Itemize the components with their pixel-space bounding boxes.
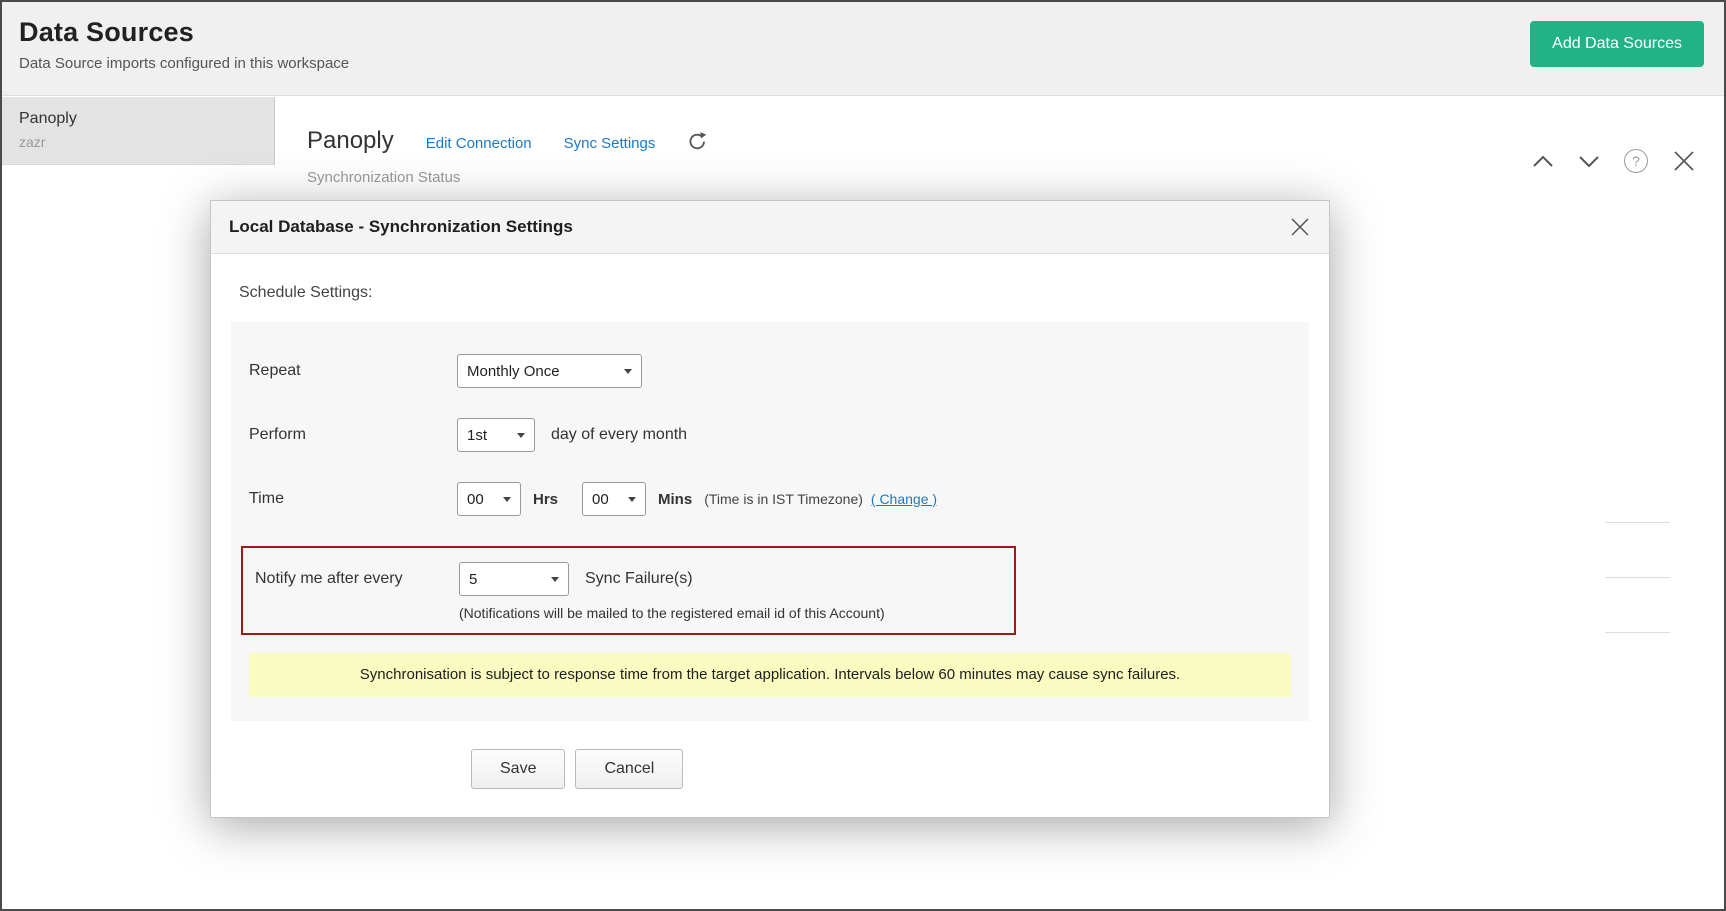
chevron-down-icon[interactable] — [1578, 155, 1600, 168]
add-data-sources-button[interactable]: Add Data Sources — [1530, 21, 1704, 67]
sidebar-item-name: Panoply — [19, 110, 257, 128]
caret-icon — [551, 577, 559, 582]
sidebar-item-subtitle: zazr — [19, 134, 257, 150]
page-subtitle: Data Source imports configured in this w… — [19, 55, 1724, 72]
notify-count-value: 5 — [469, 571, 477, 588]
modal-close-icon[interactable] — [1289, 216, 1311, 238]
caret-icon — [503, 497, 511, 502]
sync-warning-message: Synchronisation is subject to response t… — [249, 653, 1291, 697]
notify-label: Notify me after every — [243, 570, 459, 588]
datasource-title: Panoply — [307, 127, 394, 155]
background-table-divider — [1605, 577, 1670, 578]
time-label: Time — [249, 490, 457, 508]
timezone-change-link[interactable]: ( Change ) — [871, 491, 937, 507]
mins-label: Mins — [658, 491, 692, 508]
background-table-divider — [1605, 632, 1670, 633]
caret-icon — [517, 433, 525, 438]
time-hours-value: 00 — [467, 491, 484, 508]
sync-settings-link[interactable]: Sync Settings — [564, 135, 656, 152]
notify-note: (Notifications will be mailed to the reg… — [459, 605, 1014, 621]
timezone-note: (Time is in IST Timezone) — [704, 491, 863, 507]
notify-highlight-box: Notify me after every 5 Sync Failure(s) … — [241, 546, 1016, 635]
time-minutes-select[interactable]: 00 — [582, 482, 646, 516]
save-button[interactable]: Save — [471, 749, 565, 789]
perform-day-value: 1st — [467, 427, 487, 444]
notify-count-select[interactable]: 5 — [459, 562, 569, 596]
edit-connection-link[interactable]: Edit Connection — [426, 135, 532, 152]
perform-row: Perform 1st day of every month — [249, 418, 1291, 452]
chevron-up-icon[interactable] — [1532, 155, 1554, 168]
refresh-icon[interactable] — [687, 131, 708, 152]
sidebar-item-panoply[interactable]: Panoply zazr — [2, 97, 275, 165]
schedule-settings-label: Schedule Settings: — [239, 284, 1309, 302]
modal-title: Local Database - Synchronization Setting… — [229, 217, 573, 237]
perform-label: Perform — [249, 426, 457, 444]
notify-suffix: Sync Failure(s) — [585, 570, 693, 588]
cancel-button[interactable]: Cancel — [575, 749, 683, 789]
hrs-label: Hrs — [533, 491, 558, 508]
time-hours-select[interactable]: 00 — [457, 482, 521, 516]
sync-status-label: Synchronization Status — [307, 169, 1724, 186]
perform-day-select[interactable]: 1st — [457, 418, 535, 452]
caret-icon — [624, 369, 632, 374]
perform-suffix: day of every month — [551, 426, 687, 444]
app-window: Data Sources Data Source imports configu… — [0, 0, 1726, 911]
modal-header: Local Database - Synchronization Setting… — [211, 201, 1329, 254]
modal-body: Schedule Settings: Repeat Monthly Once P… — [211, 254, 1329, 817]
caret-icon — [628, 497, 636, 502]
modal-button-row: Save Cancel — [231, 749, 1309, 789]
repeat-label: Repeat — [249, 362, 457, 380]
repeat-select-value: Monthly Once — [467, 363, 560, 380]
close-icon[interactable] — [1672, 149, 1696, 173]
page-title: Data Sources — [19, 17, 1724, 48]
notify-row: Notify me after every 5 Sync Failure(s) — [243, 562, 1014, 596]
repeat-row: Repeat Monthly Once — [249, 354, 1291, 388]
page-header: Data Sources Data Source imports configu… — [2, 2, 1724, 96]
repeat-select[interactable]: Monthly Once — [457, 354, 642, 388]
background-table-divider — [1605, 522, 1670, 523]
help-icon[interactable]: ? — [1624, 149, 1648, 173]
time-row: Time 00 Hrs 00 Mins (Time is in IST Time… — [249, 482, 1291, 516]
sync-settings-modal: Local Database - Synchronization Setting… — [210, 200, 1330, 818]
time-minutes-value: 00 — [592, 491, 609, 508]
schedule-form-panel: Repeat Monthly Once Perform 1st day of e… — [231, 322, 1309, 721]
